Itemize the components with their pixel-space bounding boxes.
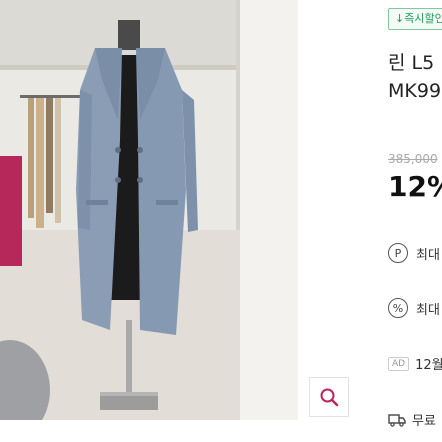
original-price: 385,000 xyxy=(388,152,438,166)
benefit-point-row[interactable]: P 최대 xyxy=(388,241,440,265)
percent-icon: % xyxy=(388,298,408,318)
shipping-label: 무료 xyxy=(412,414,436,429)
benefit-percent-label: 최대 xyxy=(416,302,440,318)
zoom-button[interactable] xyxy=(309,377,349,417)
discount-rate: 12% xyxy=(388,170,442,203)
product-photo-coat xyxy=(0,0,298,420)
product-image[interactable] xyxy=(0,0,298,420)
product-title-line1[interactable]: 린 L5 xyxy=(388,48,434,75)
truck-icon xyxy=(388,413,406,427)
product-title-line2[interactable]: MK99 xyxy=(388,80,441,102)
product-info-panel: ↓즉시할인 린 L5 MK99 385,000 12% P 최대 % 최대 AD… xyxy=(388,0,442,442)
benefit-point-label: 최대 xyxy=(416,247,440,263)
magnifier-icon xyxy=(320,388,339,407)
benefit-percent-row[interactable]: % 최대 xyxy=(388,296,440,320)
shipping-row[interactable]: 무료 xyxy=(388,410,436,429)
point-icon: P xyxy=(388,243,408,263)
ad-row[interactable]: AD 12월 xyxy=(388,354,442,373)
instant-discount-badge: ↓즉시할인 xyxy=(388,8,442,30)
ad-label: 12월 xyxy=(415,358,442,373)
ad-tag: AD xyxy=(388,356,410,371)
